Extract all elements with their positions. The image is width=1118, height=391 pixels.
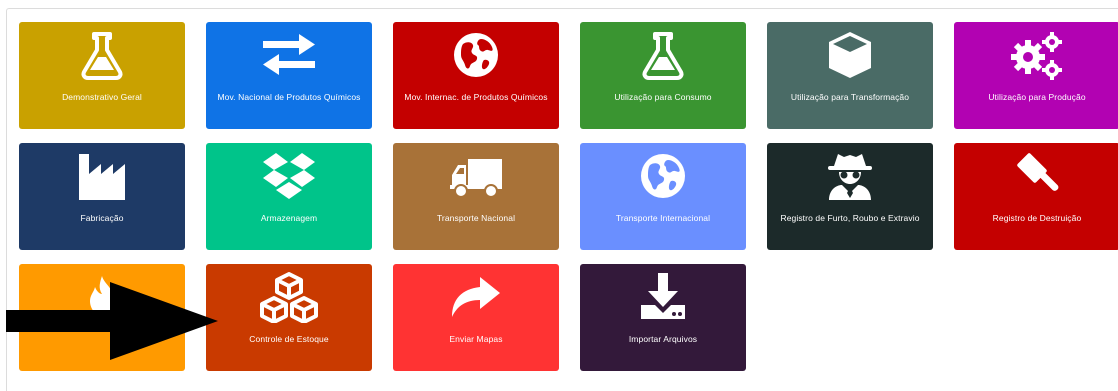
tile-label: Importar Arquivos [628, 334, 698, 344]
tile-label: Fabricação [80, 213, 124, 223]
pointer-arrow-icon [6, 282, 218, 360]
tile-utilizacao-consumo[interactable]: Utilização para Consumo [580, 22, 746, 129]
tile-label: Demonstrativo Geral [62, 92, 142, 102]
tile-transporte-internacional[interactable]: Transporte Internacional [580, 143, 746, 250]
gears-icon [1002, 27, 1072, 83]
tile-label: Armazenagem [260, 213, 318, 223]
tile-label: Registro de Furto, Roubo e Extravio [780, 213, 920, 223]
tile-label: Registro de Destruição [992, 213, 1082, 223]
tile-label: Transporte Nacional [436, 213, 516, 223]
tile-importar-arquivos[interactable]: Importar Arquivos [580, 264, 746, 371]
tile-utilizacao-producao[interactable]: Utilização para Produção [954, 22, 1118, 129]
tile-controle-estoque[interactable]: Controle de Estoque [206, 264, 372, 371]
download-icon [628, 269, 698, 325]
tile-utilizacao-transformacao[interactable]: Utilização para Transformação [767, 22, 933, 129]
globe-icon [441, 27, 511, 83]
tile-label: Controle de Estoque [249, 334, 329, 344]
tile-label: Utilização para Consumo [614, 92, 712, 102]
flask-icon [67, 27, 137, 83]
spy-icon [815, 148, 885, 204]
tile-label: Transporte Internacional [615, 213, 711, 223]
cube-icon [815, 27, 885, 83]
tile-label: Mov. Internac. de Produtos Químicos [404, 92, 548, 102]
tile-mov-internacional[interactable]: Mov. Internac. de Produtos Químicos [393, 22, 559, 129]
tile-label: Utilização para Produção [988, 92, 1086, 102]
tile-fabricacao[interactable]: Fabricação [19, 143, 185, 250]
tile-mov-nacional[interactable]: Mov. Nacional de Produtos Químicos [206, 22, 372, 129]
factory-icon [67, 148, 137, 204]
tile-label: Enviar Mapas [449, 334, 503, 344]
gavel-icon [1002, 148, 1072, 204]
truck-icon [441, 148, 511, 204]
tile-demonstrativo-geral[interactable]: Demonstrativo Geral [19, 22, 185, 129]
cubes-icon [254, 269, 324, 325]
tile-label: Utilização para Transformação [790, 92, 910, 102]
tile-transporte-nacional[interactable]: Transporte Nacional [393, 143, 559, 250]
dropbox-icon [254, 148, 324, 204]
globe-icon [628, 148, 698, 204]
tile-enviar-mapas[interactable]: Enviar Mapas [393, 264, 559, 371]
tile-registro-destruicao[interactable]: Registro de Destruição [954, 143, 1118, 250]
tile-registro-furto[interactable]: Registro de Furto, Roubo e Extravio [767, 143, 933, 250]
flask-icon [628, 27, 698, 83]
share-arrow-icon [441, 269, 511, 325]
exchange-arrows-icon [254, 27, 324, 83]
tile-armazenagem[interactable]: Armazenagem [206, 143, 372, 250]
tile-label: Mov. Nacional de Produtos Químicos [217, 92, 361, 102]
